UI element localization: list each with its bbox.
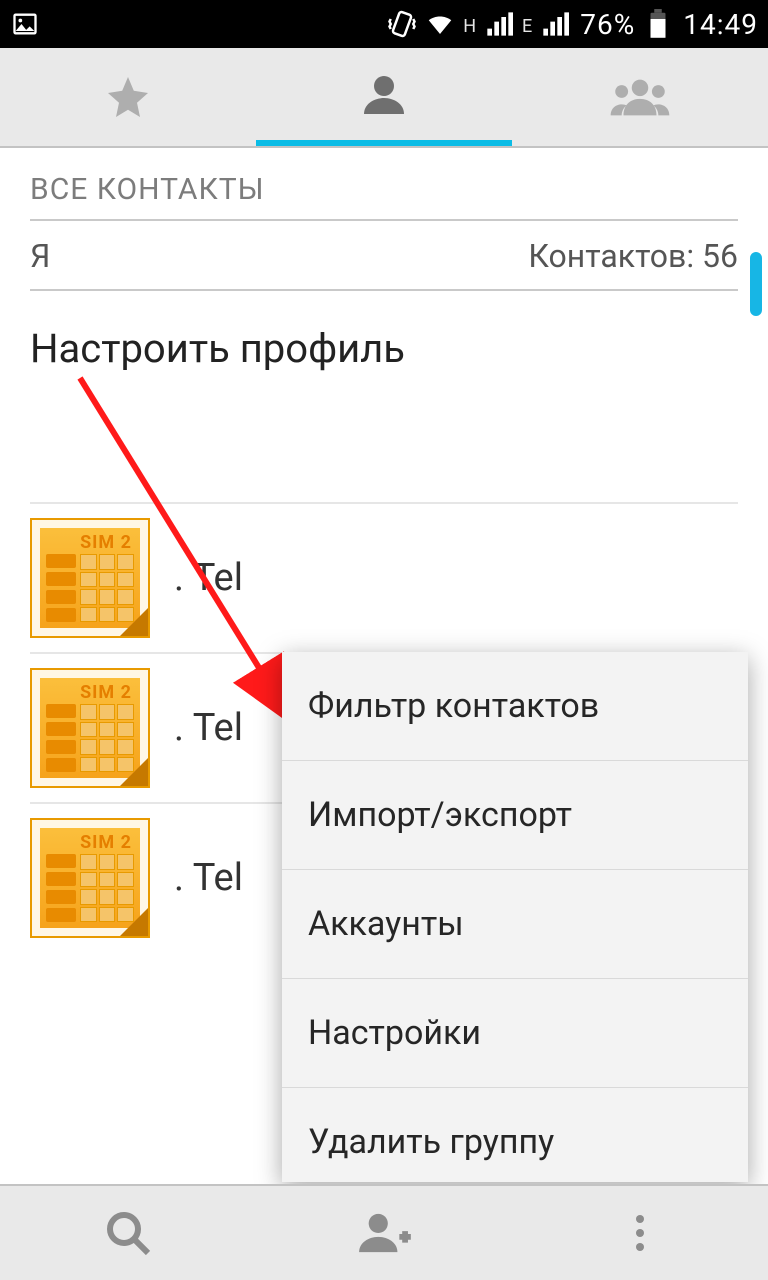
menu-settings[interactable]: Настройки	[282, 979, 748, 1088]
signal1-icon	[484, 9, 514, 39]
setup-profile[interactable]: Настроить профиль	[30, 291, 738, 502]
vibrate-icon	[387, 9, 417, 39]
add-contact-button[interactable]	[256, 1186, 512, 1280]
tab-favorites[interactable]	[0, 48, 256, 146]
sim-icon: SIM 2	[30, 518, 150, 638]
sim-icon: SIM 2	[30, 818, 150, 938]
battery-percent: 76%	[580, 8, 635, 41]
wifi-icon	[425, 9, 455, 39]
content-area: ВСЕ КОНТАКТЫ Я Контактов: 56 Настроить п…	[0, 148, 768, 1184]
group-icon	[610, 75, 670, 119]
tab-contacts[interactable]	[256, 48, 512, 146]
contacts-count: Контактов: 56	[528, 237, 738, 275]
sim-badge: SIM 2	[80, 682, 132, 703]
bottom-bar	[0, 1184, 768, 1280]
clock: 14:49	[683, 8, 758, 41]
overflow-button[interactable]	[512, 1186, 768, 1280]
status-bar: H E 76% 14:49	[0, 0, 768, 48]
signal2-icon	[540, 9, 570, 39]
section-title: ВСЕ КОНТАКТЫ	[30, 172, 738, 207]
contact-name: . Tel	[174, 556, 243, 600]
contact-name: . Tel	[174, 856, 243, 900]
sim-icon: SIM 2	[30, 668, 150, 788]
person-icon	[360, 70, 408, 118]
menu-filter-contacts[interactable]: Фильтр контактов	[282, 652, 748, 761]
me-label: Я	[30, 237, 50, 275]
scroll-indicator[interactable]	[750, 252, 762, 316]
menu-import-export[interactable]: Импорт/экспорт	[282, 761, 748, 870]
battery-icon	[643, 9, 673, 39]
net1-type: H	[463, 16, 476, 37]
sim-badge: SIM 2	[80, 832, 132, 853]
search-button[interactable]	[0, 1186, 256, 1280]
star-icon	[104, 73, 152, 121]
person-add-icon	[357, 1210, 411, 1256]
contact-row[interactable]: SIM 2 . Tel	[30, 502, 738, 652]
contact-name: . Tel	[174, 706, 243, 750]
search-icon	[104, 1209, 152, 1257]
net2-type: E	[522, 16, 532, 37]
tab-groups[interactable]	[512, 48, 768, 146]
picture-icon	[10, 9, 40, 39]
sim-badge: SIM 2	[80, 532, 132, 553]
menu-accounts[interactable]: Аккаунты	[282, 870, 748, 979]
menu-delete-group[interactable]: Удалить группу	[282, 1088, 748, 1182]
overflow-menu: Фильтр контактов Импорт/экспорт Аккаунты…	[282, 652, 748, 1182]
top-tabs	[0, 48, 768, 148]
more-vert-icon	[636, 1215, 644, 1251]
